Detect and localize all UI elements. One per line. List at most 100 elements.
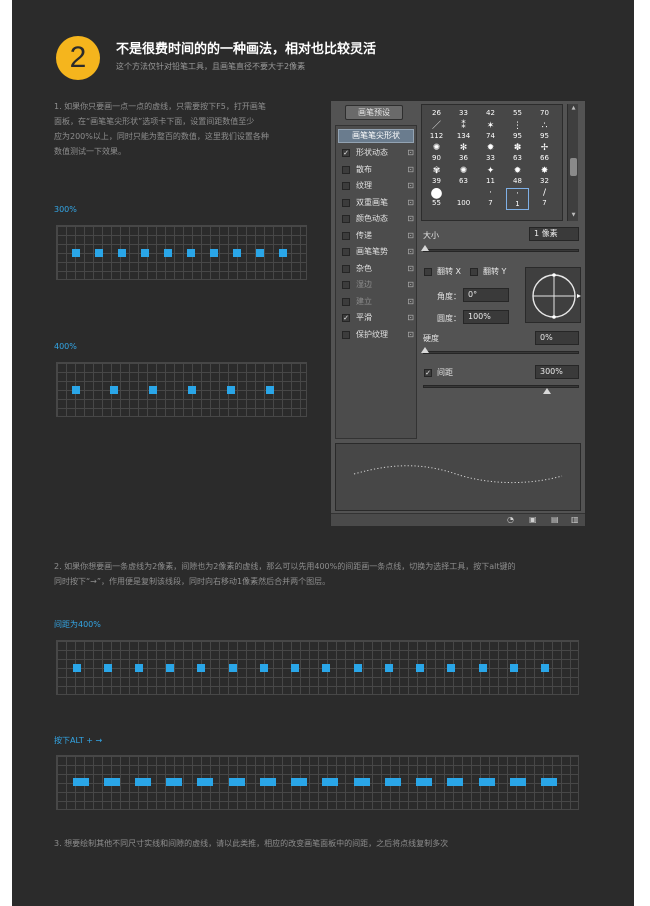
- dot: [510, 664, 518, 672]
- option-checkbox[interactable]: [342, 231, 350, 240]
- dash: [166, 778, 182, 786]
- brush-tip-preset[interactable]: ✻ 36: [452, 143, 475, 165]
- step1-line: 应为200%以上，同时只能为整百的数值，这里我们设置各种: [54, 132, 269, 141]
- scroll-thumb[interactable]: [570, 158, 577, 176]
- brush-tip-icon: ✽: [513, 143, 522, 153]
- brush-size-number: 48: [513, 176, 522, 185]
- spacing-slider-knob[interactable]: [543, 388, 551, 394]
- size-label: 大小: [423, 231, 439, 240]
- lock-icon[interactable]: ⊡: [407, 262, 414, 276]
- dash: [541, 778, 557, 786]
- toggle-preview-icon[interactable]: ◔: [507, 515, 514, 524]
- brush-size-number: 112: [429, 131, 444, 140]
- brush-tip-preset[interactable]: ∴ 95: [533, 121, 556, 143]
- lock-icon[interactable]: ⊡: [407, 245, 414, 259]
- size-slider[interactable]: [423, 249, 579, 252]
- brush-option-item[interactable]: ✓ 平滑 ⊡: [340, 311, 416, 325]
- size-field[interactable]: 1 像素: [529, 227, 579, 241]
- brush-tip-preset[interactable]: ● 55: [425, 186, 448, 210]
- lock-icon[interactable]: ⊡: [407, 163, 414, 177]
- brush-tip-preset[interactable]: ✹ 48: [506, 166, 529, 188]
- option-checkbox[interactable]: [342, 297, 350, 306]
- lock-icon[interactable]: ⊡: [407, 212, 414, 226]
- spacing-checkbox[interactable]: ✓: [424, 369, 432, 377]
- brush-option-item[interactable]: 双重画笔 ⊡: [340, 196, 416, 210]
- brush-tip-preset[interactable]: ／ 112: [425, 121, 448, 143]
- hardness-field[interactable]: 0%: [535, 331, 579, 345]
- brush-tip-preset[interactable]: ✢ 66: [533, 143, 556, 165]
- dash: [260, 778, 276, 786]
- option-checkbox[interactable]: [342, 182, 350, 190]
- hardness-slider[interactable]: [423, 351, 579, 354]
- flip-x-checkbox[interactable]: [424, 268, 432, 276]
- brush-tip-preset[interactable]: /7: [533, 188, 556, 210]
- brush-tip-shape-item[interactable]: 画笔笔尖形状: [338, 129, 414, 143]
- brush-option-item[interactable]: 画笔笔势 ⊡: [340, 245, 416, 259]
- roundness-label: 圆度：: [437, 314, 461, 323]
- lock-icon[interactable]: ⊡: [407, 278, 414, 292]
- option-checkbox[interactable]: [342, 198, 350, 207]
- brush-tip-preset[interactable]: 100: [452, 188, 475, 210]
- brush-tip-preset[interactable]: ✺ 90: [425, 143, 448, 165]
- lock-icon[interactable]: ⊡: [407, 196, 414, 210]
- brush-option-item[interactable]: 散布 ⊡: [340, 163, 416, 177]
- brush-option-item[interactable]: 建立 ⊡: [340, 295, 416, 309]
- scroll-down-icon[interactable]: ▼: [569, 212, 578, 218]
- spacing-field[interactable]: 300%: [535, 365, 579, 379]
- option-checkbox[interactable]: ✓: [342, 149, 350, 157]
- new-brush-icon[interactable]: ▣: [529, 515, 537, 524]
- brush-tip-preset[interactable]: ✦ 11: [479, 166, 502, 188]
- lock-icon[interactable]: ⊡: [407, 146, 414, 160]
- brush-option-item[interactable]: 传递 ⊡: [340, 229, 416, 243]
- brush-tip-preset[interactable]: ✺ 63: [452, 166, 475, 188]
- brush-size-number: 42: [486, 109, 495, 117]
- spacing-slider[interactable]: [423, 385, 579, 388]
- brush-tip-preset[interactable]: ✽ 63: [506, 143, 529, 165]
- brush-tip-preset[interactable]: · 7: [479, 188, 502, 210]
- size-slider-knob[interactable]: [421, 245, 429, 251]
- brush-presets-button[interactable]: 画笔预设: [345, 105, 403, 120]
- brush-tip-icon: ✶: [486, 120, 495, 131]
- brush-tip-preset[interactable]: · 1: [506, 188, 529, 210]
- brush-tip-preset[interactable]: ✸ 32: [533, 166, 556, 188]
- lock-icon[interactable]: ⊡: [407, 311, 414, 325]
- lock-icon[interactable]: ⊡: [407, 179, 414, 193]
- brush-option-item[interactable]: 纹理 ⊡: [340, 179, 416, 193]
- create-new-icon[interactable]: ▤: [551, 515, 559, 524]
- brush-grid-scrollbar[interactable]: ▲ ▼: [567, 104, 578, 221]
- brush-option-item[interactable]: 保护纹理 ⊡: [340, 328, 416, 342]
- option-checkbox[interactable]: [342, 215, 350, 223]
- brush-tip-preset[interactable]: ✹ 33: [479, 143, 502, 165]
- lock-icon[interactable]: ⊡: [407, 229, 414, 243]
- option-checkbox[interactable]: ✓: [342, 314, 350, 322]
- option-checkbox[interactable]: [342, 264, 350, 273]
- brush-option-item[interactable]: 颜色动态 ⊡: [340, 212, 416, 226]
- dot: [104, 664, 112, 672]
- brush-size-number: 55: [432, 199, 441, 207]
- hardness-slider-knob[interactable]: [421, 347, 429, 353]
- flip-y-checkbox[interactable]: [470, 268, 478, 276]
- roundness-field[interactable]: 100%: [463, 310, 509, 324]
- brush-tip-preset[interactable]: ✶ 74: [479, 121, 502, 143]
- brush-tip-preset[interactable]: ⁑ 134: [452, 121, 475, 143]
- dash: [291, 778, 307, 786]
- angle-roundness-dial[interactable]: [525, 267, 581, 323]
- delete-icon[interactable]: ▥: [571, 515, 579, 524]
- option-label: 画笔笔势: [356, 247, 388, 256]
- option-checkbox[interactable]: [342, 330, 350, 339]
- brush-tip-preset[interactable]: ⋮ 95: [506, 121, 529, 143]
- brush-option-item[interactable]: 湿边 ⊡: [340, 278, 416, 292]
- hardness-label: 硬度: [423, 334, 439, 343]
- option-checkbox[interactable]: [342, 281, 350, 289]
- option-checkbox[interactable]: [342, 248, 350, 256]
- brush-tip-icon: ✹: [513, 165, 522, 176]
- brush-size-number: 33: [459, 109, 468, 117]
- lock-icon[interactable]: ⊡: [407, 328, 414, 342]
- brush-size-number: 36: [459, 154, 468, 162]
- lock-icon[interactable]: ⊡: [407, 295, 414, 309]
- scroll-up-icon[interactable]: ▲: [569, 105, 578, 111]
- angle-field[interactable]: 0°: [463, 288, 509, 302]
- brush-option-item[interactable]: 杂色 ⊡: [340, 262, 416, 276]
- brush-option-item[interactable]: ✓ 形状动态 ⊡: [340, 146, 416, 160]
- option-checkbox[interactable]: [342, 165, 350, 174]
